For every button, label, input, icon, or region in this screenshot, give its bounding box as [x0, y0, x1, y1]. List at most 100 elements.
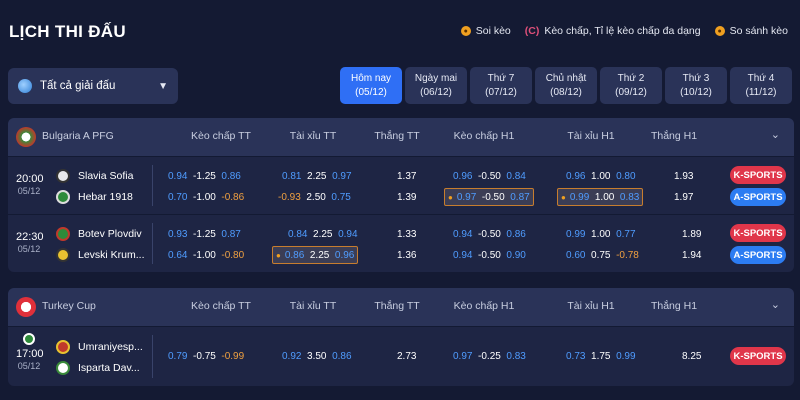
odds-ou-tt[interactable]: -0.93 2.50 0.75 — [278, 188, 351, 206]
odds-ou-h1-highlighted[interactable]: ● 0.99 1.00 0.83 — [557, 188, 644, 206]
odds-hc-tt[interactable]: 0.94 -1.25 0.86 — [168, 167, 241, 185]
live-indicator-icon — [23, 333, 35, 345]
odds-win-h1[interactable]: 1.89 — [682, 225, 701, 243]
tab-day-date: (10/12) — [680, 86, 712, 98]
tab-day-date: (11/12) — [745, 86, 777, 98]
divider — [152, 335, 153, 378]
odds-value: 0.83 — [619, 191, 640, 203]
odds-hc-h1[interactable]: 0.97 -0.25 0.83 — [453, 347, 526, 365]
odds-value: 1.89 — [682, 228, 702, 240]
odds-value: 1.37 — [397, 170, 417, 182]
tab-day-4[interactable]: Thứ 2 (09/12) — [600, 67, 662, 104]
odds-hc-tt[interactable]: 0.79 -0.75 -0.99 — [168, 347, 244, 365]
odds-hc-tt[interactable]: 0.93 -1.25 0.87 — [168, 225, 241, 243]
a-sports-button[interactable]: A-SPORTS — [730, 188, 786, 206]
c-icon: (C) — [524, 25, 540, 37]
coin-icon: ● — [714, 26, 725, 36]
odds-win-h1[interactable]: 1.94 — [682, 246, 701, 264]
collapse-icon[interactable]: ⌄ — [771, 128, 780, 141]
odds-value: 1.33 — [397, 228, 417, 240]
league-block: Bulgaria A PFG Kèo chấp TT Tài xỉu TT Th… — [8, 118, 794, 272]
odds-win-tt[interactable]: 1.33 — [397, 225, 416, 243]
team-logo-icon — [56, 248, 70, 262]
total-line: 1.00 — [594, 191, 615, 203]
odds-value: 0.75 — [331, 191, 351, 203]
team-name: Levski Krum... — [78, 249, 145, 261]
match-time: 17:00 05/12 — [16, 333, 44, 372]
odds-win-h1[interactable]: 1.97 — [674, 188, 693, 206]
legend: ● Soi kèo (C) Kèo chấp, Tỉ lệ kèo chấp đ… — [460, 25, 788, 37]
home-team[interactable]: Umraniyesp... — [56, 338, 143, 356]
league-select-label: Tất cả giải đấu — [40, 80, 116, 92]
odds-win-h1[interactable]: 8.25 — [682, 347, 701, 365]
col-hc-h1: Kèo chấp H1 — [453, 130, 515, 142]
odds-ou-h1[interactable]: 0.73 1.75 0.99 — [566, 347, 636, 365]
odds-ou-h1[interactable]: 0.96 1.00 0.80 — [566, 167, 636, 185]
team-logo-icon — [56, 340, 70, 354]
legend-soi-keo: ● Soi kèo — [460, 25, 511, 37]
odds-value: 1.97 — [674, 191, 694, 203]
odds-value: 0.87 — [510, 191, 530, 203]
odds-ou-tt-highlighted[interactable]: ● 0.86 2.25 0.96 — [272, 246, 359, 264]
odds-hc-h1[interactable]: 0.94 -0.50 0.86 — [453, 225, 526, 243]
odds-win-tt[interactable]: 1.39 — [397, 188, 416, 206]
k-sports-button[interactable]: K-SPORTS — [730, 347, 786, 365]
tab-day-3[interactable]: Chủ nhật (08/12) — [535, 67, 597, 104]
highlight-marker-icon: ● — [561, 192, 566, 202]
home-team[interactable]: Slavia Sofia — [56, 167, 133, 185]
odds-value: 1.94 — [682, 249, 702, 261]
odds-win-tt[interactable]: 1.36 — [397, 246, 416, 264]
col-ou-h1: Tài xỉu H1 — [567, 130, 615, 142]
odds-ou-h1[interactable]: 0.99 1.00 0.77 — [566, 225, 636, 243]
chevron-down-icon: ▼ — [158, 80, 168, 92]
odds-win-h1[interactable]: 1.93 — [674, 167, 693, 185]
tab-day-5[interactable]: Thứ 3 (10/12) — [665, 67, 727, 104]
odds-win-tt[interactable]: 2.73 — [397, 347, 416, 365]
odds-ou-tt[interactable]: 0.84 2.25 0.94 — [288, 225, 358, 243]
tab-day-6[interactable]: Thứ 4 (11/12) — [730, 67, 792, 104]
odds-value: 1.36 — [397, 249, 417, 261]
tab-day-2[interactable]: Thứ 7 (07/12) — [470, 67, 532, 104]
legend-label: So sánh kèo — [729, 25, 788, 37]
away-team[interactable]: Hebar 1918 — [56, 188, 133, 206]
total-line: 0.75 — [591, 249, 611, 261]
odds-ou-tt[interactable]: 0.81 2.25 0.97 — [282, 167, 352, 185]
tab-day-1[interactable]: Ngày mai (06/12) — [405, 67, 467, 104]
handicap-line: -0.25 — [478, 350, 501, 362]
league-select[interactable]: Tất cả giải đấu ▼ — [8, 68, 178, 104]
odds-value: 0.94 — [338, 228, 358, 240]
home-team[interactable]: Botev Plovdiv — [56, 225, 142, 243]
legend-so-sanh-keo: ● So sánh kèo — [714, 25, 788, 37]
total-line: 2.25 — [309, 249, 330, 261]
col-ou-tt: Tài xỉu TT — [289, 130, 337, 142]
odds-hc-tt[interactable]: 0.64 -1.00 -0.80 — [168, 246, 244, 264]
away-team[interactable]: Isparta Dav... — [56, 359, 140, 377]
turkey-cup-logo-icon — [16, 297, 36, 317]
odds-value: 0.87 — [221, 228, 241, 240]
odds-value: 0.86 — [284, 249, 305, 261]
total-line: 2.25 — [313, 228, 333, 240]
k-sports-button[interactable]: K-SPORTS — [730, 224, 786, 242]
odds-hc-tt[interactable]: 0.70 -1.00 -0.86 — [168, 188, 244, 206]
odds-value: 0.79 — [168, 350, 188, 362]
odds-ou-tt[interactable]: 0.92 3.50 0.86 — [282, 347, 352, 365]
kickoff-time: 22:30 — [16, 231, 44, 243]
odds-value: 0.99 — [616, 350, 636, 362]
collapse-icon[interactable]: ⌄ — [771, 298, 780, 311]
odds-hc-h1[interactable]: 0.96 -0.50 0.84 — [453, 167, 526, 185]
odds-win-tt[interactable]: 1.37 — [397, 167, 416, 185]
tab-day-date: (06/12) — [420, 86, 452, 98]
team-name: Botev Plovdiv — [78, 228, 142, 240]
handicap-line: -0.75 — [193, 350, 216, 362]
odds-ou-h1[interactable]: 0.60 0.75 -0.78 — [566, 246, 639, 264]
away-team[interactable]: Levski Krum... — [56, 246, 145, 264]
tab-day-date: (05/12) — [355, 86, 387, 98]
legend-label: Soi kèo — [475, 25, 511, 37]
globe-icon — [18, 79, 32, 93]
k-sports-button[interactable]: K-SPORTS — [730, 166, 786, 184]
a-sports-button[interactable]: A-SPORTS — [730, 246, 786, 264]
highlight-marker-icon: ● — [448, 192, 453, 202]
odds-hc-h1[interactable]: 0.94 -0.50 0.90 — [453, 246, 526, 264]
tab-day-0[interactable]: Hôm nay (05/12) — [340, 67, 402, 104]
odds-hc-h1-highlighted[interactable]: ● 0.97 -0.50 0.87 — [444, 188, 534, 206]
